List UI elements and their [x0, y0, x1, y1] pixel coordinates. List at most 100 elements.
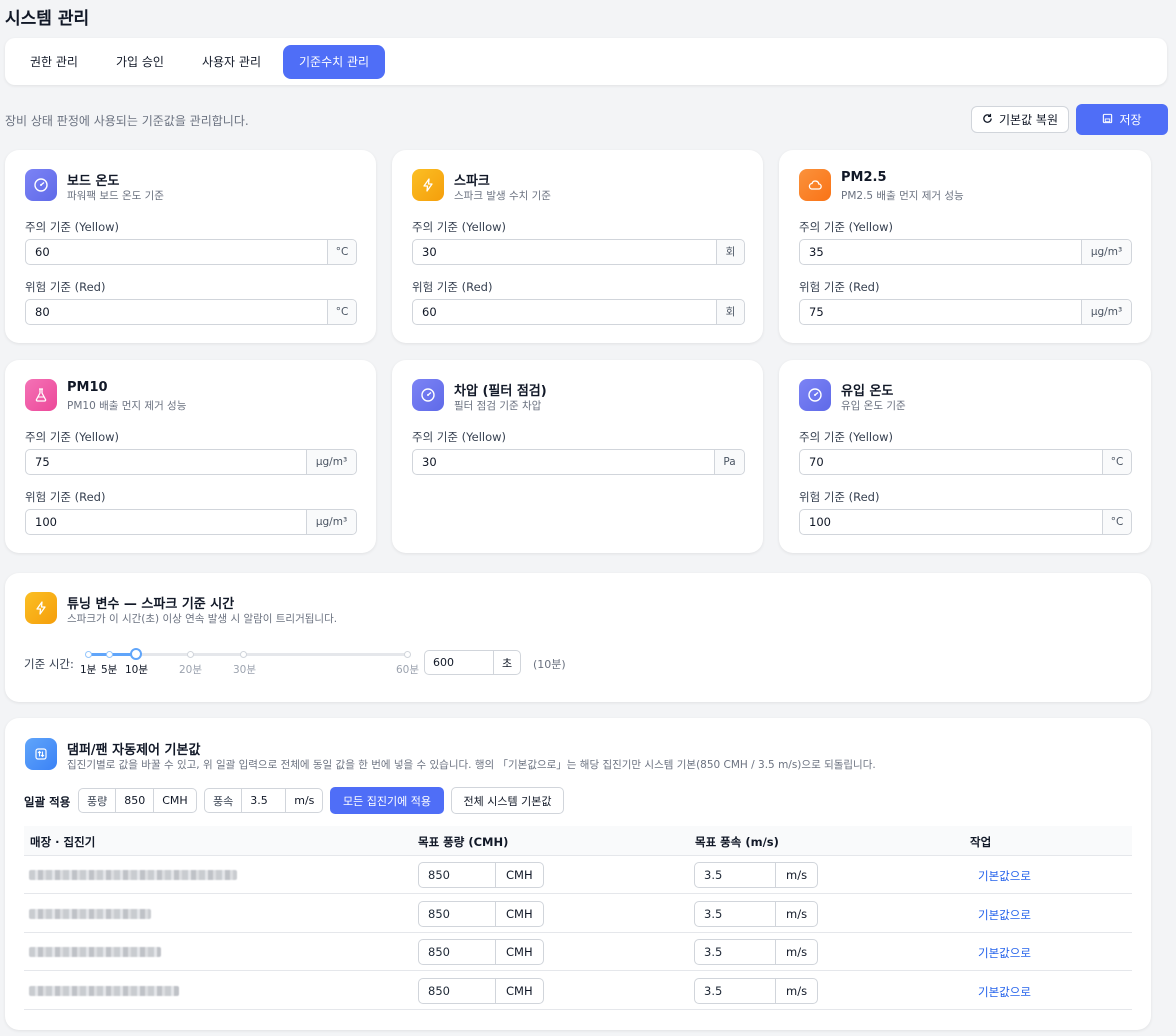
target-flow-field[interactable]: 850 CMH: [418, 939, 544, 965]
card-subtitle: 파워팩 보드 온도 기준: [67, 190, 164, 202]
cloud-icon: [799, 169, 831, 201]
page-title: 시스템 관리: [5, 9, 90, 29]
yellow-threshold-label: 주의 기준 (Yellow): [412, 430, 507, 444]
yellow-threshold-field[interactable]: 75 μg/m³: [25, 449, 357, 475]
target-flow-unit: CMH: [495, 979, 543, 1003]
yellow-threshold-label: 주의 기준 (Yellow): [799, 430, 894, 444]
yellow-threshold-field[interactable]: 35 μg/m³: [799, 239, 1132, 265]
yellow-threshold-value[interactable]: 30: [413, 240, 716, 264]
target-flow-field[interactable]: 850 CMH: [418, 978, 544, 1004]
table-row: 850 CMH 3.5 m/s 기본값으로: [24, 856, 1132, 894]
tab-threshold-management[interactable]: 기준수치 관리: [282, 44, 386, 79]
unit-label: 회: [716, 240, 744, 264]
unit-label: μg/m³: [306, 510, 356, 534]
card-title: 댐퍼/팬 자동제어 기본값: [67, 743, 201, 758]
slider-tick: [106, 651, 113, 658]
reset-row-link[interactable]: 기본값으로: [978, 868, 1031, 884]
target-speed-unit: m/s: [775, 940, 817, 964]
apply-all-button[interactable]: 모든 집진기에 적용: [330, 787, 444, 814]
red-threshold-value[interactable]: 75: [800, 300, 1081, 324]
slider-tick-label[interactable]: 30분: [233, 662, 256, 677]
red-threshold-label: 위험 기준 (Red): [25, 280, 106, 294]
yellow-threshold-field[interactable]: 30 Pa: [412, 449, 745, 475]
system-default-button[interactable]: 전체 시스템 기본값: [451, 787, 564, 814]
unit-label: μg/m³: [1081, 240, 1131, 264]
target-speed-value[interactable]: 3.5: [695, 979, 775, 1003]
unit-label: °C: [327, 240, 356, 264]
red-threshold-field[interactable]: 75 μg/m³: [799, 299, 1132, 325]
yellow-threshold-field[interactable]: 30 회: [412, 239, 745, 265]
card-subtitle: PM2.5 배출 먼지 제거 성능: [841, 190, 964, 202]
card-title: 유입 온도: [841, 384, 894, 399]
red-threshold-field[interactable]: 60 회: [412, 299, 745, 325]
slider-tick-label[interactable]: 20분: [179, 662, 202, 677]
bulk-flow-label: 풍량: [87, 794, 108, 808]
board-temperature-card: 보드 온도 파워팩 보드 온도 기준 주의 기준 (Yellow) 60 °C …: [5, 150, 376, 343]
slider-tick-label[interactable]: 5분: [101, 662, 117, 677]
target-speed-field[interactable]: 3.5 m/s: [694, 939, 819, 965]
red-threshold-value[interactable]: 80: [26, 300, 327, 324]
reset-defaults-button[interactable]: 기본값 복원: [971, 106, 1069, 133]
tab-signup-approval[interactable]: 가입 승인: [100, 45, 180, 79]
yellow-threshold-value[interactable]: 75: [26, 450, 306, 474]
slider-tick-label[interactable]: 1분: [80, 662, 96, 677]
redacted-store-name: [29, 947, 161, 957]
target-flow-field[interactable]: 850 CMH: [418, 862, 544, 888]
reset-row-link[interactable]: 기본값으로: [978, 984, 1031, 1000]
save-button[interactable]: 저장: [1076, 104, 1168, 135]
spark-time-value[interactable]: 600: [425, 651, 493, 674]
unit-label: °C: [327, 300, 356, 324]
inlet-temperature-card: 유입 온도 유입 온도 기준 주의 기준 (Yellow) 70 °C 위험 기…: [779, 360, 1151, 553]
column-header: 목표 풍속 (m/s): [695, 835, 779, 849]
bulk-speed-value[interactable]: 3.5: [241, 789, 285, 812]
red-threshold-value[interactable]: 60: [413, 300, 716, 324]
reset-row-link[interactable]: 기본값으로: [978, 907, 1031, 923]
card-subtitle: 필터 점검 기준 차압: [454, 400, 542, 412]
tab-permissions[interactable]: 권한 관리: [14, 45, 94, 79]
reset-row-link[interactable]: 기본값으로: [978, 945, 1031, 961]
card-subtitle: 유입 온도 기준: [841, 400, 906, 412]
column-header: 목표 풍량 (CMH): [418, 835, 509, 849]
yellow-threshold-value[interactable]: 70: [800, 450, 1102, 474]
yellow-threshold-value[interactable]: 30: [413, 450, 714, 474]
red-threshold-field[interactable]: 100 μg/m³: [25, 509, 357, 535]
bulk-flow-field[interactable]: 풍량 850 CMH: [78, 788, 197, 813]
red-threshold-value[interactable]: 100: [26, 510, 306, 534]
spark-time-slider[interactable]: [85, 648, 411, 660]
red-threshold-value[interactable]: 100: [800, 510, 1102, 534]
bulk-speed-field[interactable]: 풍속 3.5 m/s: [204, 788, 324, 813]
target-speed-value[interactable]: 3.5: [695, 940, 775, 964]
target-flow-value[interactable]: 850: [419, 902, 495, 926]
yellow-threshold-field[interactable]: 70 °C: [799, 449, 1132, 475]
bulk-flow-value[interactable]: 850: [115, 789, 153, 812]
target-flow-value[interactable]: 850: [419, 863, 495, 887]
target-speed-value[interactable]: 3.5: [695, 902, 775, 926]
target-speed-value[interactable]: 3.5: [695, 863, 775, 887]
red-threshold-field[interactable]: 80 °C: [25, 299, 357, 325]
target-flow-field[interactable]: 850 CMH: [418, 901, 544, 927]
yellow-threshold-value[interactable]: 35: [800, 240, 1081, 264]
target-speed-field[interactable]: 3.5 m/s: [694, 978, 819, 1004]
target-speed-field[interactable]: 3.5 m/s: [694, 862, 819, 888]
slider-thumb[interactable]: [130, 648, 142, 660]
target-speed-field[interactable]: 3.5 m/s: [694, 901, 819, 927]
slider-tick-label[interactable]: 10분: [125, 662, 148, 677]
red-threshold-label: 위험 기준 (Red): [25, 490, 106, 504]
target-flow-value[interactable]: 850: [419, 940, 495, 964]
redacted-store-name: [29, 986, 179, 996]
spark-time-input[interactable]: 600 초: [424, 650, 522, 675]
target-flow-unit: CMH: [495, 902, 543, 926]
tab-bar: 권한 관리 가입 승인 사용자 관리 기준수치 관리: [5, 38, 1167, 85]
gauge-icon: [25, 169, 57, 201]
bulk-flow-unit: CMH: [153, 789, 195, 812]
red-threshold-field[interactable]: 100 °C: [799, 509, 1132, 535]
slider-tick-label[interactable]: 60분: [396, 662, 419, 677]
target-flow-unit: CMH: [495, 940, 543, 964]
yellow-threshold-field[interactable]: 60 °C: [25, 239, 357, 265]
slider-tick: [187, 651, 194, 658]
red-threshold-label: 위험 기준 (Red): [412, 280, 493, 294]
lightning-icon: [412, 169, 444, 201]
target-flow-value[interactable]: 850: [419, 979, 495, 1003]
tab-user-management[interactable]: 사용자 관리: [186, 45, 277, 79]
yellow-threshold-value[interactable]: 60: [26, 240, 327, 264]
